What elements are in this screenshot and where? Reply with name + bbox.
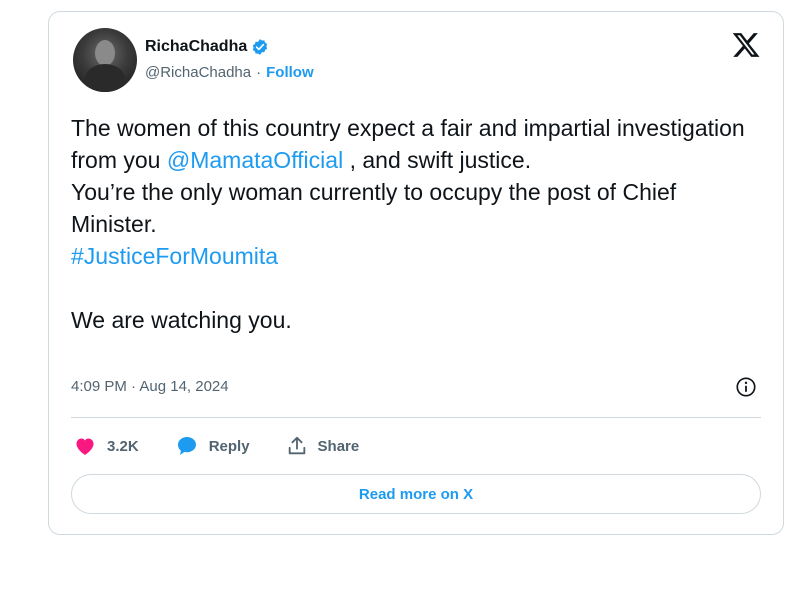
heart-icon (76, 438, 94, 455)
author-handle-row: @RichaChadha · Follow (145, 64, 314, 81)
tweet-paragraph-2: You’re the only woman currently to occup… (71, 179, 677, 237)
tweet-paragraph-3: #JusticeForMoumita (71, 240, 751, 272)
tweet-paragraph-1: The women of this country expect a fair … (71, 112, 751, 176)
share-label: Share (317, 437, 360, 455)
avatar[interactable] (73, 28, 137, 92)
follow-button[interactable]: Follow (266, 64, 314, 81)
read-more-button[interactable]: Read more on X (71, 474, 761, 514)
divider (71, 417, 761, 418)
share-button[interactable]: Share (286, 435, 360, 457)
info-icon[interactable] (735, 376, 757, 398)
like-count: 3.2K (107, 437, 139, 455)
avatar-face (95, 40, 115, 66)
verified-badge-icon (253, 39, 268, 55)
reply-bubble-icon (177, 437, 196, 455)
reply-label: Reply (208, 437, 250, 455)
tweet-card: RichaChadha @RichaChadha · Follow The wo… (48, 11, 784, 535)
reply-button[interactable]: Reply (175, 434, 250, 458)
handle-separator: · (256, 64, 262, 81)
avatar-body (85, 64, 125, 92)
tweet-text: The women of this country expect a fair … (71, 112, 751, 336)
tweet-line1-end: , and swift justice. (343, 147, 532, 173)
author-name-row: RichaChadha (145, 38, 269, 56)
author-handle[interactable]: @RichaChadha (145, 64, 251, 81)
mention-link[interactable]: @MamataOfficial (167, 147, 343, 173)
tweet-paragraph-4: We are watching you. (71, 307, 292, 333)
hashtag-link[interactable]: #JusticeForMoumita (71, 243, 278, 269)
action-bar: 3.2K Reply Share (73, 434, 395, 458)
x-logo-icon[interactable] (731, 30, 761, 60)
tweet-timestamp[interactable]: 4:09 PM · Aug 14, 2024 (71, 378, 229, 395)
like-button[interactable]: 3.2K (73, 434, 139, 458)
share-icon (288, 436, 305, 455)
author-display-name[interactable]: RichaChadha (145, 38, 247, 56)
